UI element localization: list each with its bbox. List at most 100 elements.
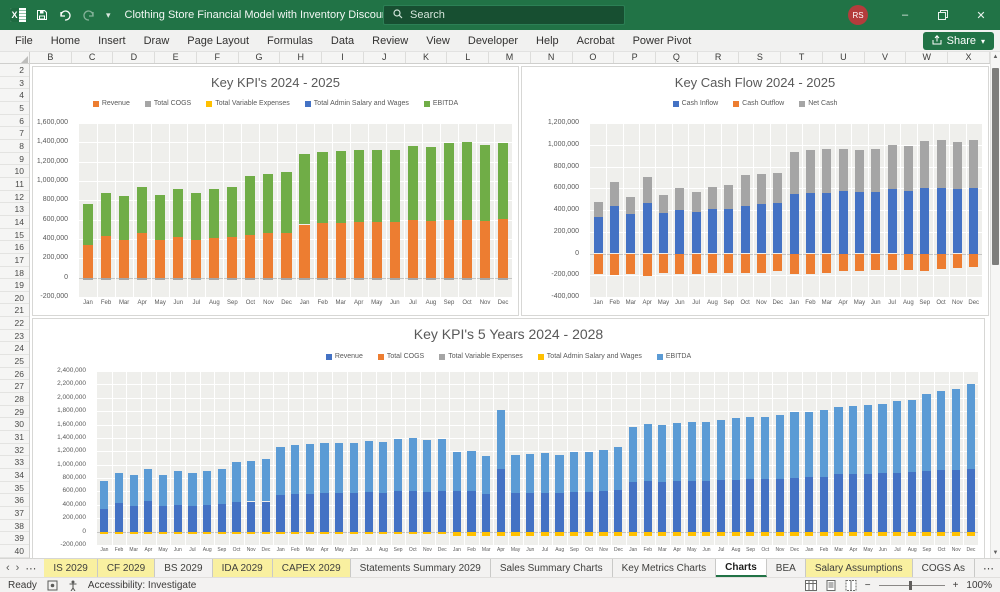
column-header-K[interactable]: K xyxy=(406,52,448,63)
menu-item-formulas[interactable]: Formulas xyxy=(258,32,322,50)
row-header-21[interactable]: 21 xyxy=(0,304,29,318)
zoom-in-icon[interactable]: + xyxy=(953,580,959,591)
excel-app-icon[interactable]: X xyxy=(10,8,26,22)
row-header-18[interactable]: 18 xyxy=(0,267,29,280)
macro-record-icon[interactable] xyxy=(47,580,58,591)
zoom-slider-thumb[interactable] xyxy=(908,580,912,590)
tab-scroll-right-icon[interactable]: › xyxy=(16,562,20,574)
column-header-X[interactable]: X xyxy=(948,52,990,63)
tab-list-icon[interactable]: ⋯ xyxy=(25,562,36,575)
row-header-10[interactable]: 10 xyxy=(0,165,29,178)
sheet-tab-key-metrics-charts[interactable]: Key Metrics Charts xyxy=(613,559,717,577)
column-header-E[interactable]: E xyxy=(155,52,197,63)
column-header-T[interactable]: T xyxy=(781,52,823,63)
column-header-S[interactable]: S xyxy=(739,52,782,63)
menu-item-developer[interactable]: Developer xyxy=(459,32,527,50)
column-header-R[interactable]: R xyxy=(698,52,740,63)
column-header-F[interactable]: F xyxy=(197,52,239,63)
column-header-C[interactable]: C xyxy=(72,52,114,63)
row-header-5[interactable]: 5 xyxy=(0,102,29,115)
column-header-W[interactable]: W xyxy=(906,52,949,63)
row-header-9[interactable]: 9 xyxy=(0,153,29,166)
menu-item-data[interactable]: Data xyxy=(322,32,363,50)
row-header-35[interactable]: 35 xyxy=(0,482,29,495)
row-header-32[interactable]: 32 xyxy=(0,444,29,457)
row-header-33[interactable]: 33 xyxy=(0,456,29,469)
sheet-tab-bea[interactable]: BEA xyxy=(767,559,806,577)
zoom-out-icon[interactable]: − xyxy=(865,580,871,591)
menu-item-page-layout[interactable]: Page Layout xyxy=(178,32,258,50)
column-header-B[interactable]: B xyxy=(30,52,72,63)
menu-item-power-pivot[interactable]: Power Pivot xyxy=(624,32,701,50)
column-header-J[interactable]: J xyxy=(364,52,406,63)
row-header-27[interactable]: 27 xyxy=(0,380,29,394)
row-header-19[interactable]: 19 xyxy=(0,279,29,292)
row-header-38[interactable]: 38 xyxy=(0,520,29,533)
menu-item-acrobat[interactable]: Acrobat xyxy=(568,32,624,50)
row-header-4[interactable]: 4 xyxy=(0,89,29,102)
row-header-7[interactable]: 7 xyxy=(0,127,29,140)
save-icon[interactable] xyxy=(36,9,48,21)
close-icon[interactable]: ✕ xyxy=(962,0,1000,30)
sheet-tab-bs-2029[interactable]: BS 2029 xyxy=(155,559,213,577)
menu-item-file[interactable]: File xyxy=(6,32,42,50)
row-header-2[interactable]: 2 xyxy=(0,64,29,77)
share-button[interactable]: Share ▾ xyxy=(922,32,994,50)
sheet-tab-cogs-as[interactable]: COGS As xyxy=(913,559,975,577)
row-header-17[interactable]: 17 xyxy=(0,254,29,267)
chart-key-kpis-2024-2025[interactable]: Key KPI's 2024 - 2025 Revenue Total COGS T… xyxy=(32,66,519,316)
menu-item-view[interactable]: View xyxy=(417,32,459,50)
row-header-31[interactable]: 31 xyxy=(0,431,29,444)
view-normal-icon[interactable] xyxy=(804,579,817,591)
chart-key-kpis-5-years[interactable]: Key KPI's 5 Years 2024 - 2028 Revenue Tot… xyxy=(32,318,985,558)
menu-item-review[interactable]: Review xyxy=(363,32,417,50)
column-header-U[interactable]: U xyxy=(823,52,865,63)
column-header-M[interactable]: M xyxy=(489,52,531,63)
column-header-N[interactable]: N xyxy=(531,52,573,63)
undo-icon[interactable] xyxy=(58,9,72,21)
row-header-3[interactable]: 3 xyxy=(0,77,29,90)
search-box[interactable]: Search xyxy=(383,5,625,25)
column-header-G[interactable]: G xyxy=(239,52,281,63)
sheet-tab-capex-2029[interactable]: CAPEX 2029 xyxy=(272,559,351,577)
column-header-D[interactable]: D xyxy=(113,52,156,63)
column-header-O[interactable]: O xyxy=(573,52,615,63)
avatar[interactable]: RS xyxy=(848,5,868,25)
row-header-28[interactable]: 28 xyxy=(0,393,29,406)
sheet-tab-salary-assumptions[interactable]: Salary Assumptions xyxy=(805,559,913,577)
minimize-icon[interactable]: – xyxy=(886,0,924,30)
row-header-26[interactable]: 26 xyxy=(0,368,29,381)
restore-icon[interactable] xyxy=(924,0,962,30)
qat-customize-icon[interactable]: ▾ xyxy=(106,10,111,21)
sheet-tab-ida-2029[interactable]: IDA 2029 xyxy=(212,559,273,577)
column-header-L[interactable]: L xyxy=(447,52,490,63)
sheet-tab-cf-2029[interactable]: CF 2029 xyxy=(97,559,156,577)
column-header-H[interactable]: H xyxy=(280,52,323,63)
menu-item-insert[interactable]: Insert xyxy=(89,32,135,50)
column-header-V[interactable]: V xyxy=(865,52,907,63)
menu-item-draw[interactable]: Draw xyxy=(135,32,179,50)
view-page-break-icon[interactable] xyxy=(845,579,857,591)
row-header-16[interactable]: 16 xyxy=(0,241,29,254)
row-header-23[interactable]: 23 xyxy=(0,330,29,343)
row-header-8[interactable]: 8 xyxy=(0,140,29,153)
row-header-12[interactable]: 12 xyxy=(0,191,29,204)
row-header-6[interactable]: 6 xyxy=(0,115,29,128)
column-header-Q[interactable]: Q xyxy=(656,52,698,63)
row-header-40[interactable]: 40 xyxy=(0,545,29,558)
scroll-up-icon[interactable]: ▲ xyxy=(991,54,1000,60)
scroll-down-icon[interactable]: ▼ xyxy=(991,550,1000,556)
select-all-corner[interactable] xyxy=(0,52,30,64)
row-header-30[interactable]: 30 xyxy=(0,418,29,432)
vertical-scrollbar-thumb[interactable] xyxy=(992,68,999,265)
column-header-I[interactable]: I xyxy=(322,52,364,63)
menu-item-help[interactable]: Help xyxy=(527,32,568,50)
tab-more-icon[interactable]: ⋯ xyxy=(983,562,994,575)
tab-scroll-left-icon[interactable]: ‹ xyxy=(6,562,10,574)
row-header-24[interactable]: 24 xyxy=(0,342,29,356)
row-header-34[interactable]: 34 xyxy=(0,469,29,482)
row-header-36[interactable]: 36 xyxy=(0,494,29,507)
row-header-29[interactable]: 29 xyxy=(0,406,29,419)
row-header-13[interactable]: 13 xyxy=(0,203,29,216)
vertical-scrollbar[interactable]: ▲ ▼ xyxy=(990,52,1000,558)
